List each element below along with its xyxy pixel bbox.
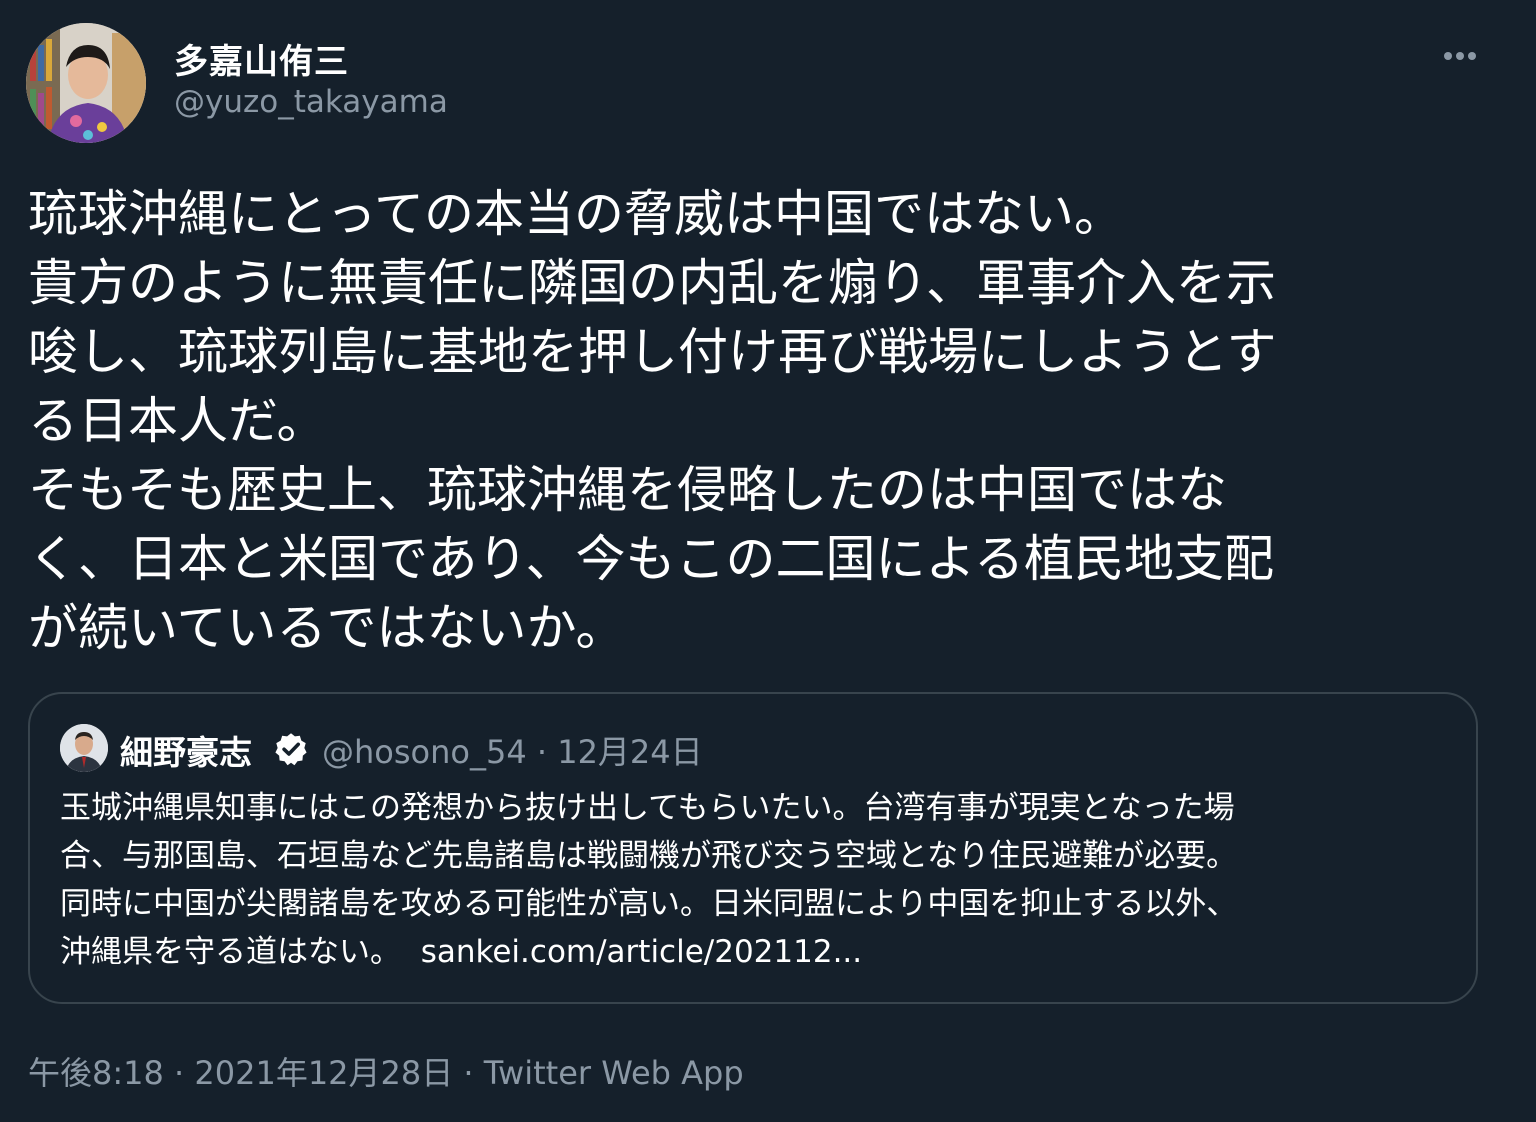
- tweet: 多嘉山侑三 @yuzo_takayama 琉球沖縄にとっての本当の脅威は中国では…: [0, 0, 1536, 1122]
- more-horizontal-icon[interactable]: [1436, 40, 1484, 72]
- author-display-name[interactable]: 多嘉山侑三: [174, 34, 349, 83]
- quoted-text-gap: [401, 934, 421, 970]
- quoted-handle-date[interactable]: @hosono_54 · 12月24日: [322, 727, 703, 773]
- tweet-text-line: 唆し、琉球列島に基地を押し付け再び戦場にしようとす: [28, 323, 1277, 381]
- quoted-text-line: 合、与那国島、石垣島など先島諸島は戦闘機が飛び交う空域となり住民避難が必要。: [60, 838, 1238, 874]
- tweet-text-line: そもそも歴史上、琉球沖縄を侵略したのは中国ではな: [28, 461, 1227, 519]
- tweet-text-line: る日本人だ。: [28, 392, 327, 450]
- source-app[interactable]: Twitter Web App: [484, 1054, 744, 1092]
- tweet-text-line: が続いているではないか。: [28, 599, 626, 657]
- quoted-tweet-text: 玉城沖縄県知事にはこの発想から抜け出してもらいたい。台湾有事が現実となった場 合…: [60, 784, 1460, 976]
- quoted-text-last: 沖縄県を守る道はない。: [60, 934, 401, 970]
- author-handle[interactable]: @yuzo_takayama: [174, 84, 448, 120]
- timestamp[interactable]: 午後8:18 · 2021年12月28日 ·: [28, 1054, 484, 1092]
- tweet-text-line: 琉球沖縄にとっての本当の脅威は中国ではない。: [28, 185, 1124, 243]
- quoted-article-link[interactable]: sankei.com/article/202112...: [421, 934, 862, 970]
- tweet-text-line: く、日本と米国であり、今もこの二国による植民地支配: [28, 530, 1274, 588]
- tweet-text-line: 貴方のように無責任に隣国の内乱を煽り、軍事介入を示: [28, 254, 1276, 312]
- quoted-text-line: 玉城沖縄県知事にはこの発想から抜け出してもらいたい。台湾有事が現実となった場: [60, 790, 1235, 826]
- author-avatar[interactable]: [26, 23, 146, 143]
- tweet-text: 琉球沖縄にとっての本当の脅威は中国ではない。 貴方のように無責任に隣国の内乱を煽…: [28, 180, 1468, 663]
- avatar-image: [26, 23, 146, 143]
- tweet-footer: 午後8:18 · 2021年12月28日 · Twitter Web App: [28, 1048, 744, 1094]
- quoted-text-line: 沖縄県を守る道はない。 sankei.com/article/202112...: [60, 928, 1460, 976]
- quoted-text-line: 同時に中国が尖閣諸島を攻める可能性が高い。日米同盟により中国を抑止する以外、: [60, 886, 1238, 922]
- quoted-author-avatar[interactable]: [60, 724, 108, 772]
- quoted-author-display-name[interactable]: 細野豪志: [120, 726, 252, 774]
- quoted-tweet-card[interactable]: 細野豪志 @hosono_54 · 12月24日 玉城沖縄県知事にはこの発想から…: [28, 692, 1478, 1004]
- verified-badge-icon: [273, 731, 309, 767]
